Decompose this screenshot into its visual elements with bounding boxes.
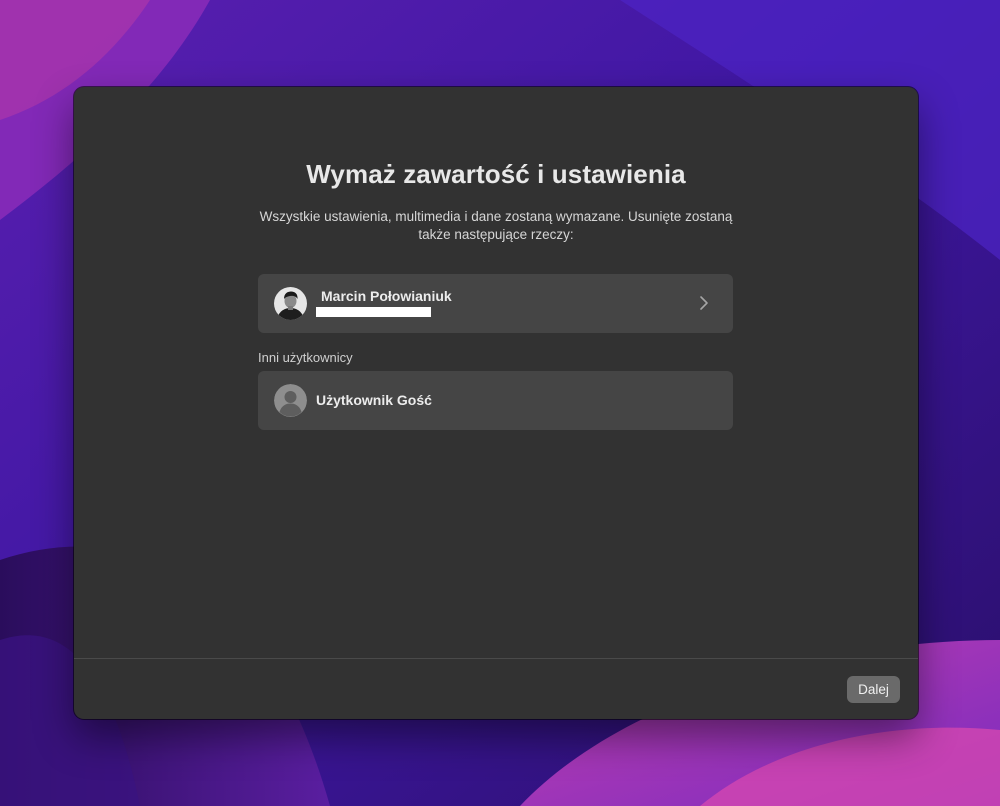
dialog-subtitle: Wszystkie ustawienia, multimedia i dane …	[259, 209, 733, 242]
primary-user-name: Marcin Połowianiuk	[321, 288, 452, 304]
primary-user-email-redacted: m.polowianiuk@gmail.com	[316, 307, 432, 317]
user-photo-avatar	[274, 287, 307, 320]
footer-divider	[74, 658, 918, 659]
chevron-right-icon	[700, 296, 708, 310]
person-silhouette-icon	[274, 384, 307, 417]
guest-user-name: Użytkownik Gość	[316, 392, 432, 408]
next-button[interactable]: Dalej	[847, 676, 900, 703]
other-users-label: Inni użytkownicy	[258, 350, 353, 365]
guest-user-card: Użytkownik Gość	[258, 371, 733, 430]
erase-assistant-window: Wymaż zawartość i ustawienia Wszystkie u…	[74, 87, 918, 719]
primary-user-card[interactable]: Marcin Połowianiuk m.polowianiuk@gmail.c…	[258, 274, 733, 333]
dialog-title: Wymaż zawartość i ustawienia	[306, 159, 686, 189]
